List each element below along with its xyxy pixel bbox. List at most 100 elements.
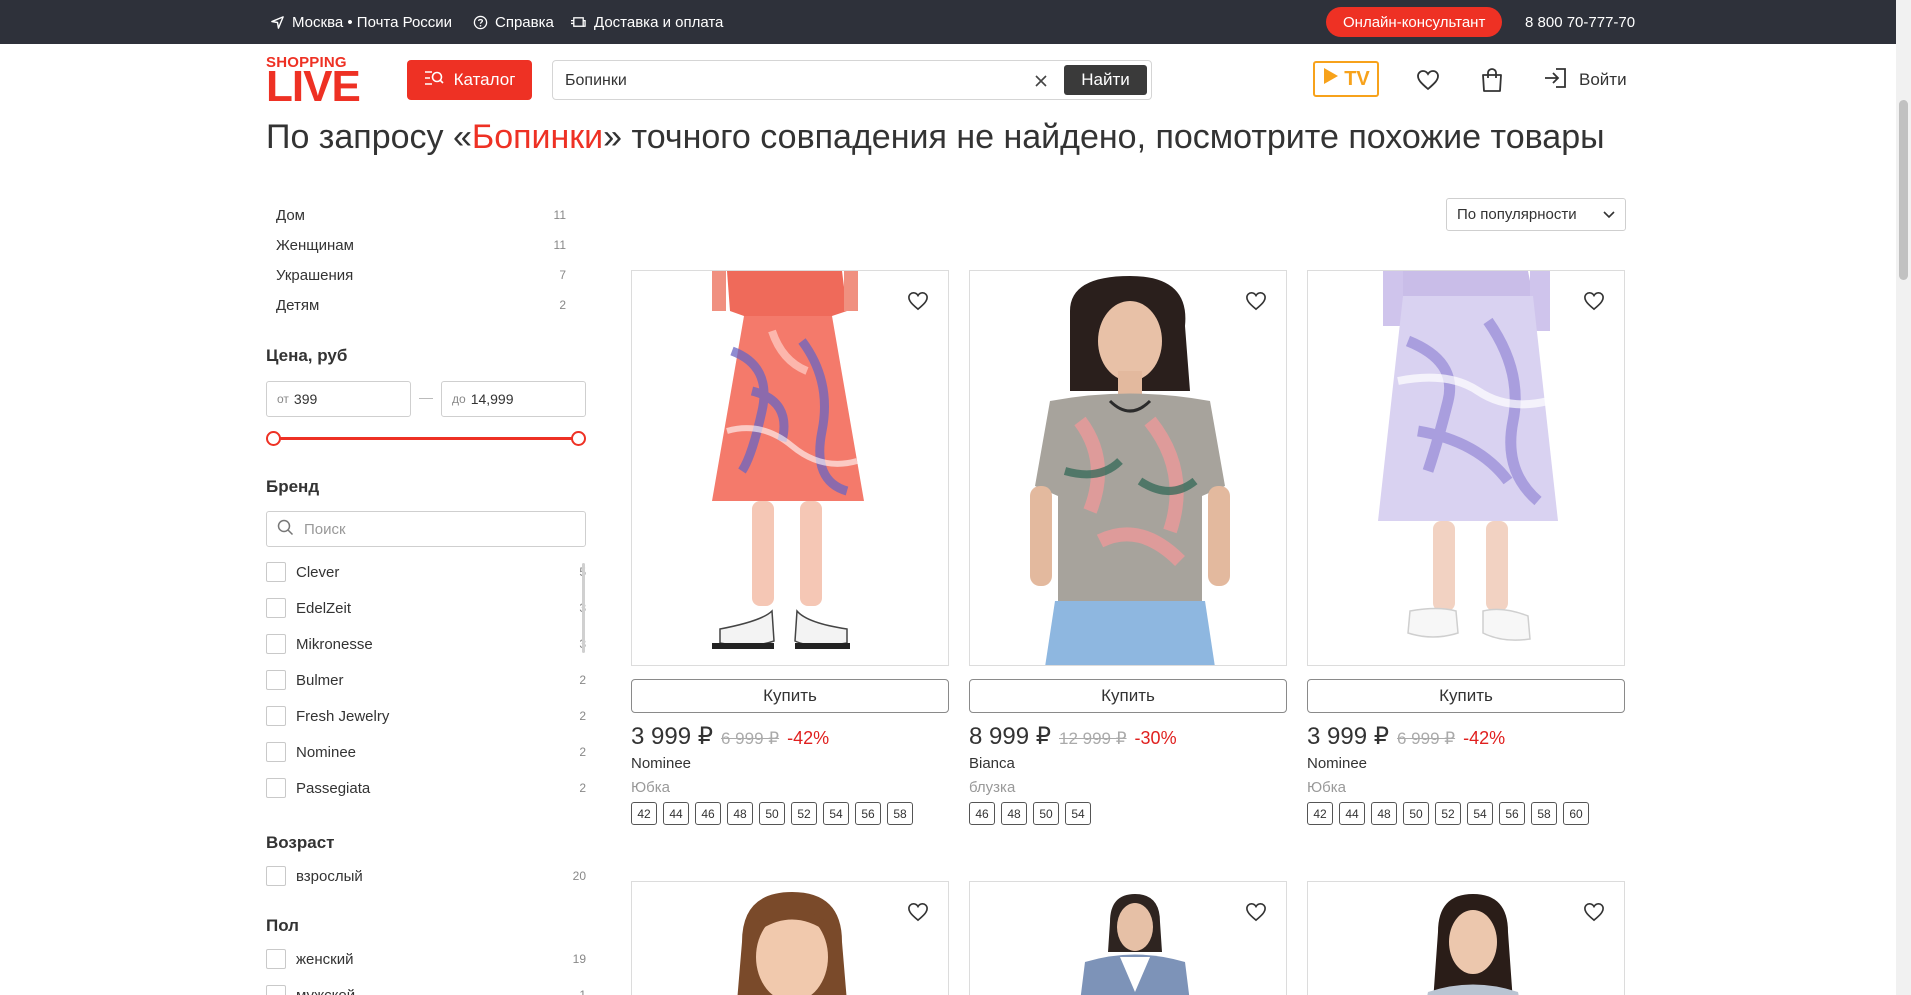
size-chip[interactable]: 50: [1033, 802, 1059, 825]
shopping-live-tv-button[interactable]: TV: [1313, 61, 1379, 97]
buy-button[interactable]: Купить: [1307, 679, 1625, 713]
size-chip[interactable]: 46: [695, 802, 721, 825]
price-to-field[interactable]: до 14,999: [441, 381, 586, 417]
brand-option[interactable]: Clever5: [266, 554, 586, 590]
product-type: Юбка: [631, 779, 670, 796]
checkbox[interactable]: [266, 634, 286, 654]
catalog-button[interactable]: Каталог: [407, 60, 532, 100]
checkbox[interactable]: [266, 562, 286, 582]
favorite-heart-icon[interactable]: [905, 288, 931, 314]
checkbox[interactable]: [266, 985, 286, 995]
location-link[interactable]: Москва • Почта России: [270, 0, 452, 44]
category-item[interactable]: Дом 11: [266, 200, 576, 230]
search-submit-button[interactable]: Найти: [1064, 65, 1147, 95]
chevron-down-icon: [1603, 206, 1615, 223]
product-image[interactable]: [969, 270, 1287, 666]
price-row: 3 999 ₽ 6 999 ₽ -42%: [1307, 722, 1505, 751]
category-label: Детям: [276, 296, 320, 314]
size-chip[interactable]: 42: [1307, 802, 1333, 825]
size-chip[interactable]: 48: [727, 802, 753, 825]
gender-option[interactable]: мужской 1: [266, 977, 586, 995]
logo[interactable]: SHOPPING LIVE: [266, 54, 362, 109]
product-brand[interactable]: Bianca: [969, 755, 1015, 772]
product-brand[interactable]: Nominee: [631, 755, 691, 772]
login-button[interactable]: Войти: [1543, 64, 1627, 96]
size-chip[interactable]: 46: [969, 802, 995, 825]
price-from-value: 399: [293, 391, 318, 407]
checkbox[interactable]: [266, 742, 286, 762]
brand-option[interactable]: Passegiata 2: [266, 770, 586, 806]
product-brand[interactable]: Nominee: [1307, 755, 1367, 772]
size-chip[interactable]: 56: [1499, 802, 1525, 825]
size-chip[interactable]: 48: [1001, 802, 1027, 825]
brand-option[interactable]: Nominee 2: [266, 734, 586, 770]
category-item[interactable]: Детям 2: [266, 290, 576, 320]
favorite-heart-icon[interactable]: [1243, 288, 1269, 314]
category-item[interactable]: Женщинам 11: [266, 230, 576, 260]
brand-label: Mikronesse: [296, 635, 373, 653]
sort-dropdown[interactable]: По популярности: [1446, 198, 1626, 231]
category-item[interactable]: Украшения 7: [266, 260, 576, 290]
size-chip[interactable]: 50: [1403, 802, 1429, 825]
buy-button[interactable]: Купить: [969, 679, 1287, 713]
product-image[interactable]: [1307, 881, 1625, 995]
product-image[interactable]: [631, 881, 949, 995]
page-scrollbar[interactable]: [1896, 0, 1911, 995]
size-chip[interactable]: 60: [1563, 802, 1589, 825]
price-slider-max-handle[interactable]: [571, 431, 586, 446]
price-slider-min-handle[interactable]: [266, 431, 281, 446]
product-image[interactable]: [969, 881, 1287, 995]
current-price: 8 999 ₽: [969, 723, 1051, 750]
gender-option[interactable]: женский 19: [266, 941, 586, 977]
checkbox[interactable]: [266, 778, 286, 798]
favorite-heart-icon[interactable]: [905, 899, 931, 925]
size-chip[interactable]: 52: [1435, 802, 1461, 825]
size-chip[interactable]: 54: [1065, 802, 1091, 825]
size-chip[interactable]: 48: [1371, 802, 1397, 825]
checkbox[interactable]: [266, 598, 286, 618]
clear-search-icon[interactable]: [1030, 70, 1052, 92]
size-chip[interactable]: 54: [1467, 802, 1493, 825]
headline-query: Бопинки: [471, 118, 604, 156]
size-chip[interactable]: 56: [855, 802, 881, 825]
cart-bag-icon[interactable]: [1478, 66, 1506, 94]
favorites-heart-icon[interactable]: [1414, 66, 1442, 94]
buy-button[interactable]: Купить: [631, 679, 949, 713]
checkbox[interactable]: [266, 670, 286, 690]
size-chip[interactable]: 44: [1339, 802, 1365, 825]
brand-search-field[interactable]: Поиск: [266, 511, 586, 547]
brand-option[interactable]: Mikronesse3: [266, 626, 586, 662]
truck-icon: [570, 15, 587, 30]
favorite-heart-icon[interactable]: [1243, 899, 1269, 925]
delivery-link[interactable]: Доставка и оплата: [570, 0, 723, 44]
checkbox[interactable]: [266, 706, 286, 726]
page-scrollbar-thumb[interactable]: [1899, 100, 1908, 280]
size-chip[interactable]: 58: [887, 802, 913, 825]
price-from-field[interactable]: от 399: [266, 381, 411, 417]
search-input[interactable]: [565, 70, 1025, 92]
size-chip[interactable]: 54: [823, 802, 849, 825]
product-image[interactable]: [631, 270, 949, 666]
brand-option[interactable]: EdelZeit3: [266, 590, 586, 626]
price-to-value: 14,999: [470, 391, 514, 407]
online-consultant-button[interactable]: Онлайн-консультант: [1326, 7, 1503, 37]
category-count: 7: [559, 268, 566, 282]
size-list: 42 44 46 48 50 52 54 56 58: [631, 802, 913, 825]
checkbox[interactable]: [266, 949, 286, 969]
favorite-heart-icon[interactable]: [1581, 288, 1607, 314]
help-link[interactable]: Справка: [473, 0, 554, 44]
size-chip[interactable]: 52: [791, 802, 817, 825]
location-label: Москва • Почта России: [292, 13, 453, 31]
checkbox[interactable]: [266, 866, 286, 886]
brand-option[interactable]: Fresh Jewelry 2: [266, 698, 586, 734]
phone-number[interactable]: 8 800 70-777-70: [1525, 0, 1635, 44]
product-image[interactable]: [1307, 270, 1625, 666]
size-chip[interactable]: 50: [759, 802, 785, 825]
age-option[interactable]: взрослый 20: [266, 858, 586, 894]
size-chip[interactable]: 58: [1531, 802, 1557, 825]
size-chip[interactable]: 42: [631, 802, 657, 825]
brand-option[interactable]: Bulmer 2: [266, 662, 586, 698]
size-chip[interactable]: 44: [663, 802, 689, 825]
brand-list-scrollbar[interactable]: [582, 563, 585, 653]
favorite-heart-icon[interactable]: [1581, 899, 1607, 925]
